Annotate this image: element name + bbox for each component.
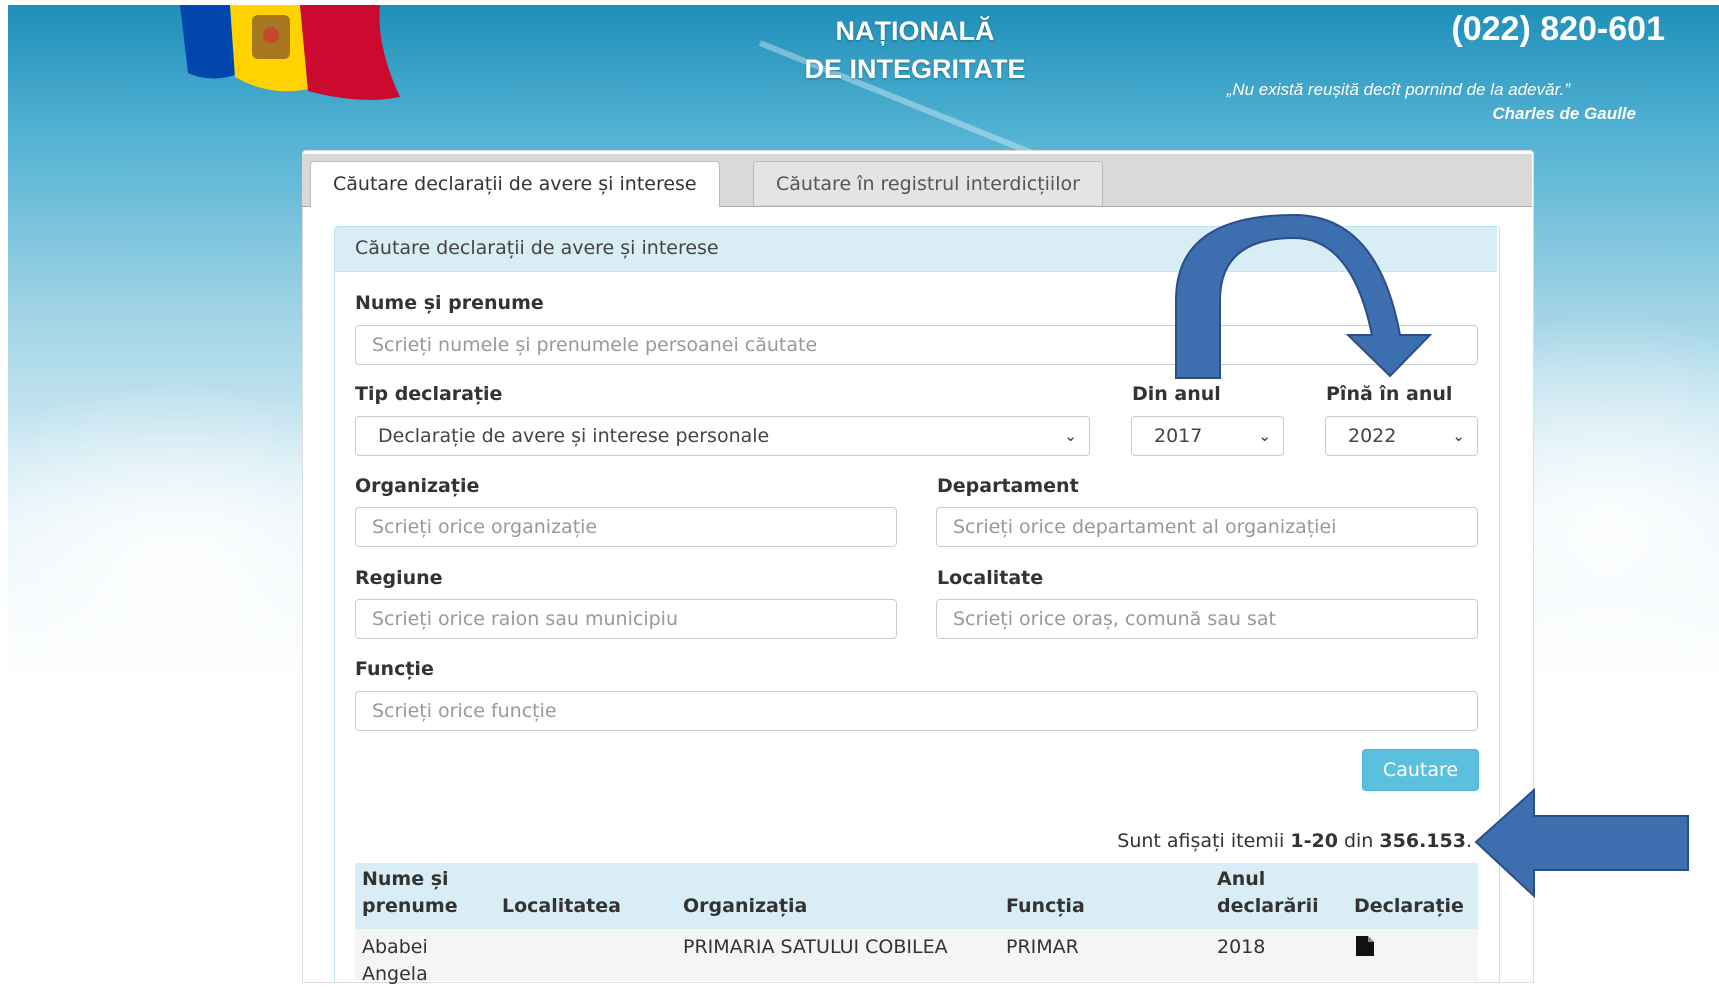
cell-organization: PRIMARIA SATULUI COBILEA (683, 936, 948, 958)
cell-name-line2: Angela (362, 963, 428, 985)
site-title-line1: NAȚIONALĂ (835, 16, 995, 46)
function-input[interactable]: Scrieți orice funcție (355, 691, 1478, 731)
cell-year: 2018 (1217, 936, 1266, 958)
search-panel-title: Căutare declarații de avere și interese (355, 237, 719, 259)
results-total: 356.153 (1379, 830, 1466, 852)
chevron-down-icon: ⌄ (1452, 427, 1465, 445)
column-header-organization[interactable]: Organizația (683, 893, 807, 920)
column-header-function[interactable]: Funcția (1006, 893, 1085, 920)
from-year-select[interactable]: 2017 ⌄ (1131, 416, 1284, 456)
to-year-select[interactable]: 2022 ⌄ (1325, 416, 1478, 456)
name-input[interactable]: Scrieți numele și prenumele persoanei că… (355, 325, 1478, 365)
department-label: Departament (937, 475, 1079, 497)
organization-label: Organizație (355, 475, 480, 497)
cell-name: Ababei Angela (362, 934, 428, 988)
search-panel-heading: Căutare declarații de avere și interese (335, 227, 1497, 272)
department-input[interactable]: Scrieți orice departament al organizație… (936, 507, 1478, 547)
from-year-label: Din anul (1132, 383, 1221, 405)
search-button[interactable]: Cautare (1362, 749, 1479, 791)
site-title-line2: DE INTEGRITATE (804, 54, 1026, 84)
organization-input[interactable]: Scrieți orice organizație (355, 507, 897, 547)
name-label: Nume și prenume (355, 292, 544, 314)
quote-text: „Nu există reușită decît pornind de la a… (1226, 80, 1570, 99)
cell-function: PRIMAR (1006, 936, 1079, 958)
region-label: Regiune (355, 567, 443, 589)
tab-declarations-search[interactable]: Căutare declarații de avere și interese (310, 161, 720, 207)
column-header-name-line2: prenume (362, 895, 458, 917)
chevron-down-icon: ⌄ (1064, 427, 1077, 445)
declaration-type-select[interactable]: Declarație de avere și interese personal… (355, 416, 1090, 456)
quote-author: Charles de Gaulle (1492, 104, 1636, 123)
to-year-label: Pînă în anul (1326, 383, 1453, 405)
column-header-locality[interactable]: Localitatea (502, 893, 621, 920)
column-header-declaration: Declarație (1354, 895, 1464, 917)
results-prefix: Sunt afișați itemii (1117, 830, 1285, 852)
column-header-name[interactable]: Nume și prenume (362, 866, 458, 920)
locality-label: Localitate (937, 567, 1044, 589)
declaration-type-label: Tip declarație (355, 383, 503, 405)
file-icon[interactable] (1356, 936, 1374, 956)
locality-input[interactable]: Scrieți orice oraș, comună sau sat (936, 599, 1478, 639)
declaration-type-value: Declarație de avere și interese personal… (378, 425, 770, 447)
column-header-year-line2: declarării (1217, 895, 1319, 917)
function-label: Funcție (355, 658, 434, 680)
cell-name-line1: Ababei (362, 936, 428, 958)
phone-number: (022) 820-601 (1451, 10, 1665, 48)
site-title: NAȚIONALĂ DE INTEGRITATE (760, 12, 1070, 88)
column-header-name-line1: Nume și (362, 868, 449, 890)
to-year-value: 2022 (1348, 425, 1397, 447)
results-suffix: . (1465, 830, 1472, 852)
results-summary: Sunt afișați itemii 1-20 din 356.153. (1000, 830, 1472, 852)
from-year-value: 2017 (1154, 425, 1203, 447)
moldova-flag-icon (180, 5, 400, 100)
region-input[interactable]: Scrieți orice raion sau municipiu (355, 599, 897, 639)
tab-prohibitions-registry[interactable]: Căutare în registrul interdicțiilor (753, 161, 1103, 205)
results-range: 1-20 (1290, 830, 1338, 852)
results-middle: din (1343, 830, 1374, 852)
column-header-year-line1: Anul (1217, 868, 1266, 890)
column-header-year[interactable]: Anul declarării (1217, 866, 1319, 920)
chevron-down-icon: ⌄ (1258, 427, 1271, 445)
